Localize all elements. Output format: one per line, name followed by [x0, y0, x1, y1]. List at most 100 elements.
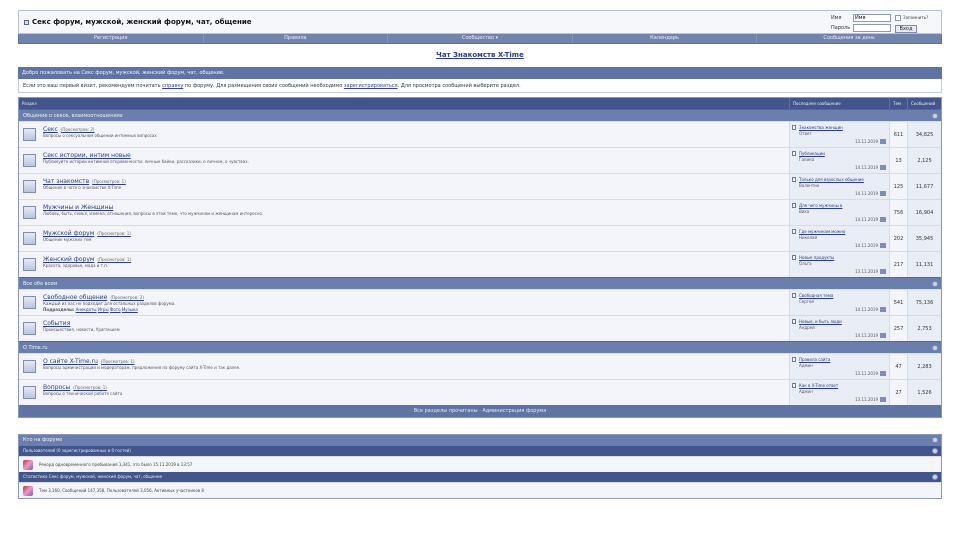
- last-post-author[interactable]: Админ: [799, 389, 813, 394]
- welcome-text-part: Если это ваш первый визит, рекомендуем п…: [23, 83, 163, 89]
- collapse-icon[interactable]: [932, 345, 938, 351]
- forum-status-icon: [23, 180, 36, 193]
- last-post-title[interactable]: Новые продукты: [799, 255, 834, 260]
- last-post-date: 14.11.2019: [855, 333, 878, 338]
- online-users-link[interactable]: Пользователей (0 зарегистрированных и 0 …: [23, 448, 131, 453]
- forum-status-icon: [23, 386, 36, 399]
- remember-checkbox[interactable]: [895, 15, 901, 21]
- topics-count: 611: [889, 122, 907, 147]
- site-logo-icon[interactable]: [24, 20, 29, 25]
- last-post-date: 13.11.2019: [855, 371, 878, 376]
- forum-row: Женский форум (Просмотров: 1) Красота, здо…: [19, 251, 941, 277]
- nav-register[interactable]: Регистрация: [19, 34, 204, 43]
- last-post-author[interactable]: Валентин: [799, 183, 819, 188]
- forum-table: Раздел Последнее сообщение Тем Сообщений…: [18, 97, 942, 418]
- site-title[interactable]: Секс форум, мужской, женский форум, чат,…: [32, 18, 252, 26]
- last-post-title[interactable]: Для чего мужчины в: [799, 203, 842, 208]
- category-name[interactable]: Все обо всем: [23, 281, 57, 287]
- go-to-post-icon[interactable]: [880, 139, 886, 144]
- forum-name[interactable]: Чат знакомств: [43, 178, 89, 185]
- last-post-author[interactable]: Вика: [799, 209, 809, 214]
- username-input[interactable]: [853, 14, 891, 22]
- nav-rules[interactable]: Правила: [204, 34, 389, 43]
- go-to-post-icon[interactable]: [880, 371, 886, 376]
- online-record-text: Рекорд одновременного пребывания 1,341, …: [39, 462, 193, 467]
- nav-calendar[interactable]: Календарь: [573, 34, 758, 43]
- forum-name[interactable]: Мужской форум: [43, 230, 94, 237]
- forum-info-cell: Мужчины и Женщины Любовь, быть, семья, из…: [19, 200, 789, 225]
- last-post-author[interactable]: Галина: [799, 157, 814, 162]
- forum-name-link[interactable]: Мужской форум (Просмотров: 1): [43, 230, 131, 237]
- stats-text: Тем 3,160, Сообщений 147,358, Пользовате…: [39, 488, 204, 493]
- category-name[interactable]: Общение о сексе, взаимоотношениях: [23, 113, 123, 119]
- forum-name-link[interactable]: Свободное общение (Просмотров: 2): [43, 294, 144, 301]
- posts-count: 34,825: [907, 122, 941, 147]
- last-post-date: 13.11.2019: [855, 397, 878, 402]
- collapse-icon[interactable]: [932, 437, 938, 443]
- posts-count: 35,945: [907, 226, 941, 251]
- forum-name[interactable]: Секс: [43, 126, 58, 133]
- last-post-title[interactable]: Только для взрослых общение: [799, 177, 864, 182]
- collapse-icon[interactable]: [932, 448, 938, 454]
- password-input[interactable]: [853, 24, 891, 32]
- page-title[interactable]: Чат Знакомств X-Time: [18, 51, 942, 61]
- nav-todays-posts[interactable]: Сообщения за день: [757, 34, 941, 43]
- last-post-author[interactable]: Сергей: [799, 299, 814, 304]
- nav-community[interactable]: Сообщество ▾: [388, 34, 573, 43]
- forum-name[interactable]: Вопросы: [43, 384, 70, 391]
- forum-name-link[interactable]: О сайте X-Time.ru (Просмотров: 1): [43, 358, 135, 365]
- posts-count: 75,136: [907, 290, 941, 315]
- login-button[interactable]: Вход: [895, 25, 917, 33]
- subforum-link[interactable]: Фото: [110, 307, 121, 312]
- last-post-title[interactable]: Свободная тема: [799, 293, 833, 298]
- collapse-icon[interactable]: [932, 281, 938, 287]
- table-footer-links[interactable]: Все разделы прочитаны · Администрация фо…: [19, 405, 941, 417]
- collapse-icon[interactable]: [932, 474, 938, 480]
- last-post-title[interactable]: Новые, и быть люди: [799, 319, 842, 324]
- last-post-author[interactable]: Николай: [799, 235, 817, 240]
- go-to-post-icon[interactable]: [880, 333, 886, 338]
- welcome-text-part: по форуму. Для размещения своих сообщени…: [183, 83, 344, 89]
- forum-name[interactable]: Мужчины и Женщины: [43, 204, 113, 211]
- forum-name-link[interactable]: Мужчины и Женщины: [43, 204, 116, 211]
- last-post-title[interactable]: Где мужчинам можно: [799, 229, 845, 234]
- go-to-post-icon[interactable]: [880, 243, 886, 248]
- go-to-post-icon[interactable]: [880, 307, 886, 312]
- forum-name[interactable]: Свободное общение: [43, 294, 107, 301]
- welcome-text: Если это ваш первый визит, рекомендуем п…: [18, 79, 942, 93]
- forum-name[interactable]: Секс истории, интим новые: [43, 152, 131, 159]
- forum-name[interactable]: События: [43, 320, 70, 327]
- last-post-title[interactable]: Публикации: [799, 151, 825, 156]
- forum-name-link[interactable]: Чат знакомств (Просмотров: 1): [43, 178, 126, 185]
- last-post-title[interactable]: Как в X-Time ответ: [799, 383, 838, 388]
- register-link[interactable]: зарегистрироваться: [344, 83, 398, 89]
- go-to-post-icon[interactable]: [880, 397, 886, 402]
- forum-name-link[interactable]: Женский форум (Просмотров: 1): [43, 256, 131, 263]
- last-post-title[interactable]: Знакомства женщин: [799, 125, 843, 130]
- subforum-link[interactable]: Музыка: [122, 307, 138, 312]
- online-users-heading: Пользователей (0 зарегистрированных и 0 …: [19, 446, 941, 456]
- last-post-date: 14.11.2019: [855, 191, 878, 196]
- go-to-post-icon[interactable]: [880, 269, 886, 274]
- forum-name-link[interactable]: События: [43, 320, 73, 327]
- forum-name-link[interactable]: Вопросы (Просмотров: 1): [43, 384, 107, 391]
- last-post-author[interactable]: Андрей: [799, 325, 815, 330]
- forum-name[interactable]: Женский форум: [43, 256, 94, 263]
- forum-name[interactable]: О сайте X-Time.ru: [43, 358, 98, 365]
- go-to-post-icon[interactable]: [880, 191, 886, 196]
- go-to-post-icon[interactable]: [880, 165, 886, 170]
- category-name[interactable]: О Time.ru: [23, 345, 48, 351]
- category-list: Общение о сексе, взаимоотношениях Секс (Пр…: [19, 109, 941, 405]
- last-post-title[interactable]: Правила сайта: [799, 357, 830, 362]
- go-to-post-icon[interactable]: [880, 217, 886, 222]
- faq-link[interactable]: справку: [162, 83, 183, 89]
- last-post-author[interactable]: Ответ: [799, 131, 812, 136]
- topics-count: 13: [889, 148, 907, 173]
- subforum-link[interactable]: Анекдоты: [76, 307, 97, 312]
- last-post-author[interactable]: Админ: [799, 363, 813, 368]
- last-post-author[interactable]: Ольга: [799, 261, 812, 266]
- subforum-link[interactable]: Игры: [98, 307, 109, 312]
- collapse-icon[interactable]: [932, 113, 938, 119]
- forum-name-link[interactable]: Секс истории, интим новые: [43, 152, 134, 159]
- forum-name-link[interactable]: Секс (Просмотров: 2): [43, 126, 94, 133]
